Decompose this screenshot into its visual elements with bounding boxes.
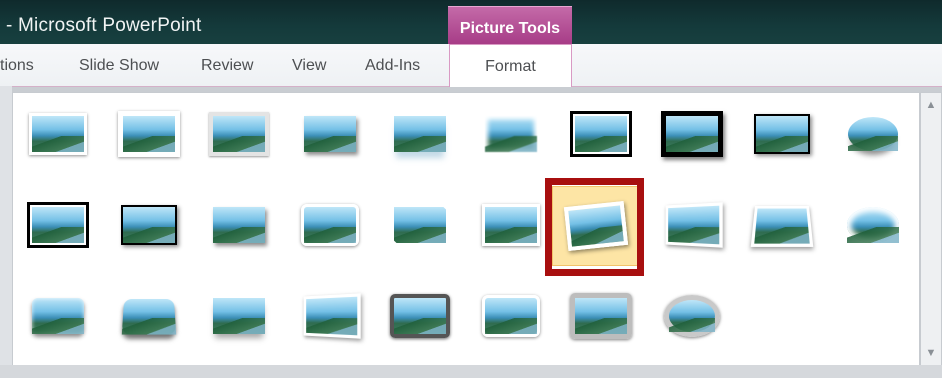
picture-thumbnail-icon <box>303 293 361 339</box>
scroll-up-icon[interactable]: ▲ <box>923 97 939 113</box>
tab-format-label: Format <box>485 58 536 75</box>
picture-thumbnail-icon <box>750 206 814 247</box>
picture-style-item[interactable] <box>195 276 283 356</box>
picture-thumbnail-icon <box>563 200 629 252</box>
picture-style-item[interactable] <box>14 276 102 356</box>
picture-style-item[interactable] <box>648 276 736 356</box>
picture-style-item[interactable] <box>648 94 736 174</box>
picture-thumbnail-icon <box>121 299 176 335</box>
context-tab-group-label: Picture Tools <box>459 20 561 37</box>
picture-style-item[interactable] <box>14 94 102 174</box>
window-title: - Microsoft PowerPoint <box>6 15 202 36</box>
tab-add-ins[interactable]: Add-Ins <box>365 57 420 75</box>
picture-style-item[interactable] <box>738 94 826 174</box>
picture-style-item[interactable] <box>286 276 374 356</box>
tab-review[interactable]: Review <box>201 57 253 75</box>
picture-style-item[interactable] <box>105 94 193 174</box>
picture-thumbnail-icon <box>660 111 723 157</box>
gallery-scrollbar[interactable]: ▲ ▼ <box>920 92 942 366</box>
ribbon-tab-row: tions Slide Show Review View Add-Ins For… <box>0 44 942 87</box>
picture-thumbnail-icon <box>300 204 359 246</box>
picture-style-item[interactable] <box>467 276 555 356</box>
picture-style-item[interactable] <box>14 185 102 265</box>
picture-style-item[interactable] <box>557 94 645 174</box>
tab-format[interactable]: Format <box>449 44 572 87</box>
bottom-edge <box>0 365 942 378</box>
picture-style-item[interactable] <box>467 185 555 265</box>
picture-thumbnail-icon <box>303 116 356 152</box>
picture-thumbnail-icon <box>213 207 265 243</box>
picture-thumbnail-icon <box>394 116 446 152</box>
picture-style-item[interactable] <box>557 276 645 356</box>
picture-tools-tab-group: Picture Tools <box>448 6 572 45</box>
picture-style-item[interactable] <box>105 276 193 356</box>
picture-thumbnail-icon <box>665 202 723 248</box>
picture-thumbnail-icon <box>481 204 540 246</box>
title-bar: - Microsoft PowerPoint Picture Tools <box>0 0 942 45</box>
picture-thumbnail-icon <box>209 112 269 156</box>
picture-style-item[interactable] <box>648 185 736 265</box>
picture-style-item[interactable] <box>376 94 464 174</box>
picture-style-item[interactable] <box>286 185 374 265</box>
left-edge <box>0 86 12 378</box>
tab-animations[interactable]: tions <box>0 57 34 75</box>
picture-style-item[interactable] <box>105 185 193 265</box>
picture-thumbnail-icon <box>847 117 898 151</box>
scroll-down-icon[interactable]: ▼ <box>923 345 939 361</box>
picture-thumbnail-icon <box>27 202 89 248</box>
picture-thumbnail-icon <box>846 207 899 243</box>
picture-style-item[interactable] <box>376 185 464 265</box>
tab-slide-show[interactable]: Slide Show <box>79 57 159 75</box>
picture-thumbnail-icon <box>663 295 720 337</box>
tab-view[interactable]: View <box>292 57 326 75</box>
picture-thumbnail-icon <box>120 205 177 245</box>
picture-thumbnail-icon <box>570 293 632 339</box>
picture-thumbnail-icon <box>117 111 180 157</box>
picture-thumbnail-icon <box>391 204 449 246</box>
picture-style-item[interactable] <box>552 186 640 266</box>
picture-style-item[interactable] <box>829 185 917 265</box>
picture-styles-gallery <box>12 92 920 366</box>
picture-thumbnail-icon <box>32 298 84 334</box>
picture-style-item[interactable] <box>738 185 826 265</box>
picture-thumbnail-icon <box>484 116 537 152</box>
picture-thumbnail-icon <box>481 295 540 337</box>
picture-style-item[interactable] <box>195 94 283 174</box>
picture-style-item[interactable] <box>467 94 555 174</box>
picture-thumbnail-icon <box>390 294 450 338</box>
picture-thumbnail-icon <box>570 111 632 157</box>
picture-thumbnail-icon <box>29 113 87 155</box>
picture-style-item[interactable] <box>195 185 283 265</box>
picture-thumbnail-icon <box>754 114 810 154</box>
picture-style-item[interactable] <box>286 94 374 174</box>
picture-style-item[interactable] <box>376 276 464 356</box>
picture-style-item[interactable] <box>829 94 917 174</box>
picture-thumbnail-icon <box>213 298 265 334</box>
